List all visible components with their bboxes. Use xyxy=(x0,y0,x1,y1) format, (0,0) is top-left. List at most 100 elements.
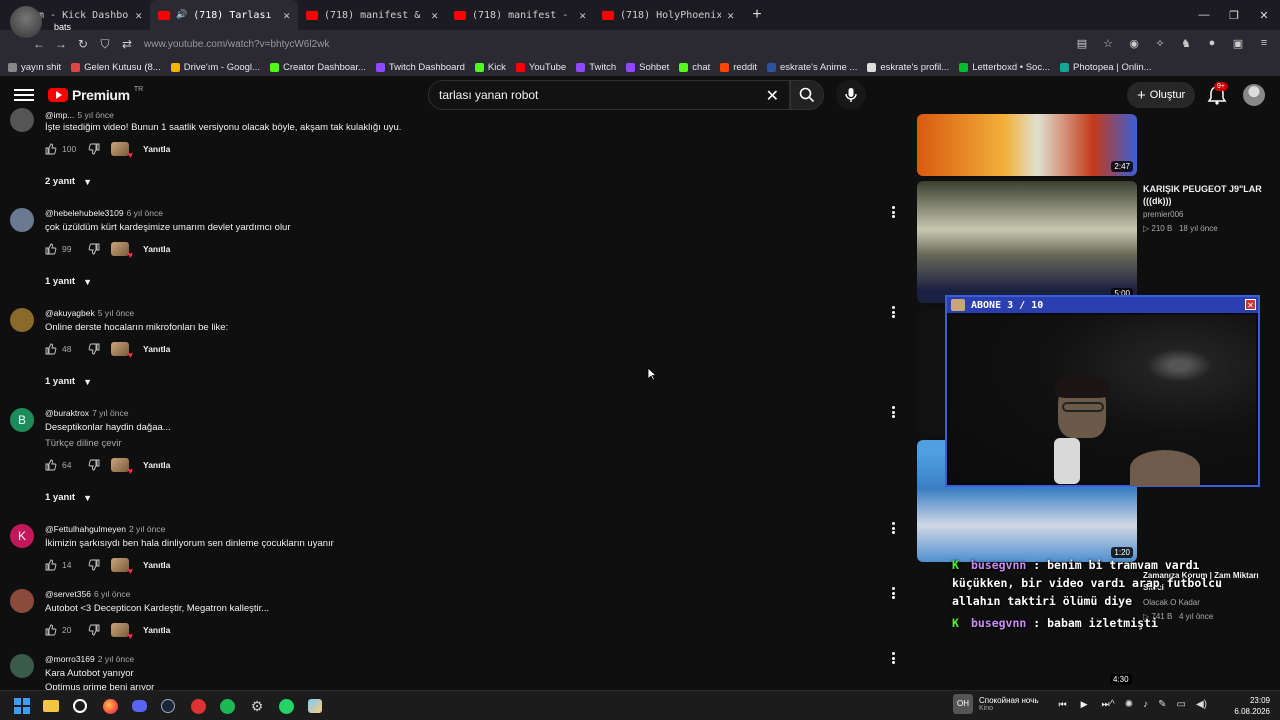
tab-holyphoenix[interactable]: (718) HolyPhoenix - Ogu ✕ xyxy=(594,0,742,30)
comment-time[interactable]: 6 yıl önce xyxy=(94,589,130,599)
comment-time[interactable]: 2 yıl önce xyxy=(129,524,165,534)
previous-track-icon[interactable]: ⏮ xyxy=(1059,699,1067,710)
bookmark-item[interactable]: chat xyxy=(679,62,710,73)
like-icon[interactable] xyxy=(45,343,57,355)
like-icon[interactable] xyxy=(45,624,57,636)
reply-button[interactable]: Yanıtla xyxy=(143,344,170,354)
comment-author[interactable]: @buraktrox xyxy=(45,408,89,418)
audio-playing-icon[interactable]: 🔊 xyxy=(176,10,187,20)
close-window-icon[interactable]: ✕ xyxy=(1248,0,1280,30)
new-tab-button[interactable]: + xyxy=(742,6,772,24)
bookmark-item[interactable]: Letterboxd • Soc... xyxy=(959,62,1050,73)
reply-button[interactable]: Yanıtla xyxy=(143,144,170,154)
tab-tarlasi[interactable]: 🔊 (718) Tarlası yandı ✕ xyxy=(150,0,298,30)
close-tab-icon[interactable]: ✕ xyxy=(135,9,142,22)
youtube-logo[interactable]: Premium TR xyxy=(48,86,143,103)
bookmark-star-icon[interactable]: ☆ xyxy=(1098,33,1118,53)
reply-button[interactable]: Yanıtla xyxy=(143,244,170,254)
start-menu-icon[interactable] xyxy=(12,696,32,716)
view-replies-button[interactable]: 1 yanıt ▼ xyxy=(45,492,92,503)
comment-time[interactable]: 6 yıl önce xyxy=(127,208,163,218)
bookmark-item[interactable]: reddit xyxy=(720,62,757,73)
tab-manifest-motive[interactable]: (718) manifest & Motive ✕ xyxy=(298,0,446,30)
comment-time[interactable]: 5 yıl önce xyxy=(77,110,113,120)
media-player-widget[interactable]: ОН Спокойная ночь Kino ⏮ ▶ ⏭ xyxy=(953,694,1110,714)
commenter-avatar[interactable] xyxy=(10,108,34,132)
app-icon[interactable] xyxy=(305,696,325,716)
voice-search-button[interactable] xyxy=(836,80,866,110)
account-icon[interactable]: ● xyxy=(1202,33,1222,53)
reload-icon[interactable]: ↻ xyxy=(72,33,94,55)
commenter-avatar[interactable] xyxy=(10,589,34,613)
permissions-icon[interactable]: ⇄ xyxy=(116,33,138,55)
search-input[interactable] xyxy=(429,81,749,109)
settings-gear-icon[interactable]: ⚙ xyxy=(247,696,267,716)
view-replies-button[interactable]: 2 yanıt ▼ xyxy=(45,176,92,187)
reply-button[interactable]: Yanıtla xyxy=(143,460,170,470)
extension-icon[interactable]: ◉ xyxy=(1124,33,1144,53)
tab-manifest-daha[interactable]: (718) manifest - Daha İ ✕ xyxy=(446,0,594,30)
video-channel[interactable]: Olacak O Kadar xyxy=(1143,598,1200,607)
forward-icon[interactable]: → xyxy=(50,33,72,55)
shield-icon[interactable]: ⛉ xyxy=(94,33,116,55)
comment-time[interactable]: 2 yıl önce xyxy=(98,654,134,664)
network-icon[interactable]: ▭ xyxy=(1176,699,1185,710)
tray-chevron-icon[interactable]: ^ xyxy=(1110,699,1115,710)
minimize-icon[interactable]: — xyxy=(1188,0,1220,30)
view-replies-button[interactable]: 1 yanıt ▼ xyxy=(45,376,92,387)
spotify-icon[interactable] xyxy=(217,696,237,716)
comment-more-icon[interactable] xyxy=(890,652,896,664)
comment-author[interactable]: @hebelehubele3109 xyxy=(45,208,124,218)
comment-more-icon[interactable] xyxy=(890,206,896,218)
app-icon[interactable] xyxy=(188,696,208,716)
bookmark-item[interactable]: YouTube xyxy=(515,62,566,73)
dislike-icon[interactable] xyxy=(88,624,100,636)
search-box[interactable]: ✕ xyxy=(428,80,790,110)
commenter-avatar[interactable] xyxy=(10,308,34,332)
taskbar-clock[interactable]: 23:09 6.08.2026 xyxy=(1234,695,1270,717)
bookmark-item[interactable]: Sohbet xyxy=(626,62,669,73)
like-icon[interactable] xyxy=(45,459,57,471)
bookmark-item[interactable]: Twitch xyxy=(576,62,616,73)
dislike-icon[interactable] xyxy=(88,243,100,255)
close-tab-icon[interactable]: ✕ xyxy=(579,9,586,22)
dislike-icon[interactable] xyxy=(88,343,100,355)
bookmark-item[interactable]: yayın shit xyxy=(8,62,61,73)
pen-icon[interactable]: ✎ xyxy=(1158,699,1166,710)
firefox-icon[interactable] xyxy=(100,696,120,716)
profile-avatar[interactable] xyxy=(10,6,42,38)
obs-icon[interactable] xyxy=(70,696,90,716)
comment-more-icon[interactable] xyxy=(890,587,896,599)
tray-app-icon[interactable]: ✺ xyxy=(1125,699,1133,710)
play-icon[interactable]: ▶ xyxy=(1081,699,1088,710)
extension-icon[interactable]: ♞ xyxy=(1176,33,1196,53)
dislike-icon[interactable] xyxy=(88,143,100,155)
comment-author[interactable]: @akuyagbek xyxy=(45,308,95,318)
bookmark-item[interactable]: eskrate's Anime ... xyxy=(767,62,857,73)
video-title[interactable]: KARIŞIK PEUGEOT J9"LAR (((dk))) xyxy=(1143,183,1273,207)
commenter-avatar[interactable] xyxy=(10,208,34,232)
discord-icon[interactable] xyxy=(129,696,149,716)
bookmark-item[interactable]: Twitch Dashboard xyxy=(375,62,465,73)
comment-time[interactable]: 5 yıl önce xyxy=(98,308,134,318)
commenter-avatar[interactable]: B xyxy=(10,408,34,432)
hamburger-menu-icon[interactable] xyxy=(14,86,34,104)
video-thumbnail[interactable]: 2:47 xyxy=(917,114,1137,176)
close-tab-icon[interactable]: ✕ xyxy=(431,9,438,22)
like-icon[interactable] xyxy=(45,243,57,255)
url-field[interactable]: www.youtube.com/watch?v=bhtycW6l2wk xyxy=(144,39,329,50)
comment-author[interactable]: @servet356 xyxy=(45,589,91,599)
dislike-icon[interactable] xyxy=(88,559,100,571)
comment-more-icon[interactable] xyxy=(890,522,896,534)
bookmark-item[interactable]: Gelen Kutusu (8... xyxy=(71,62,161,73)
file-explorer-icon[interactable] xyxy=(41,696,61,716)
video-thumbnail[interactable]: 5:00 xyxy=(917,181,1137,303)
close-tab-icon[interactable]: ✕ xyxy=(283,9,290,22)
comment-author[interactable]: @Fettulhahgulmeyen xyxy=(45,524,126,534)
comment-more-icon[interactable] xyxy=(890,306,896,318)
comment-author[interactable]: @imp... xyxy=(45,110,74,120)
bookmark-item[interactable]: Photopea | Onlin... xyxy=(1060,62,1152,73)
microphone-tray-icon[interactable]: ♪ xyxy=(1143,699,1148,710)
comment-time[interactable]: 7 yıl önce xyxy=(92,408,128,418)
restore-icon[interactable]: ❐ xyxy=(1218,0,1250,30)
